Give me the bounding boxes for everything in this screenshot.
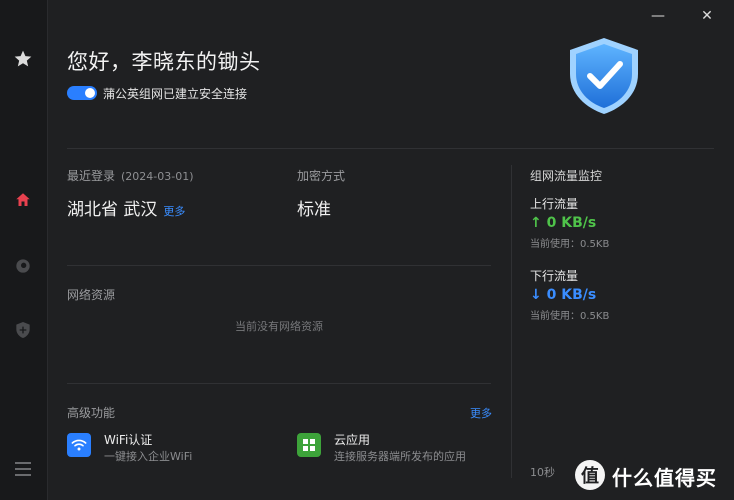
connection-toggle[interactable]	[67, 86, 97, 100]
login-label: 最近登录	[67, 169, 116, 183]
header-divider	[67, 148, 714, 149]
security-shield-icon	[570, 38, 638, 114]
login-more-link[interactable]: 更多	[163, 205, 185, 218]
panel-divider	[511, 165, 512, 478]
encryption-value: 标准	[297, 200, 331, 220]
login-section: 最近登录 (2024-03-01)	[67, 167, 194, 184]
disc-icon[interactable]	[12, 255, 34, 277]
watermark-text: 什么值得买	[612, 466, 717, 490]
feature-cloud-app[interactable]: 云应用 连接服务器端所发布的应用	[297, 433, 497, 463]
star-icon[interactable]	[12, 48, 34, 70]
menu-icon[interactable]	[12, 458, 34, 480]
connection-status: 蒲公英组网已建立安全连接	[103, 87, 248, 101]
advanced-more-link[interactable]: 更多	[470, 405, 492, 421]
section-divider	[67, 383, 491, 384]
section-divider	[67, 265, 491, 266]
feature-wifi-auth[interactable]: WiFi认证 一键接入企业WiFi	[67, 433, 267, 463]
monitor-title: 组网流量监控	[530, 169, 603, 183]
resources-label: 网络资源	[67, 288, 116, 302]
resources-empty-text: 当前没有网络资源	[235, 320, 323, 333]
feature-title: 云应用	[334, 433, 371, 447]
upload-rate: ↑ 0 KB/s	[530, 215, 597, 231]
login-date: (2024-03-01)	[121, 170, 194, 183]
minimize-button[interactable]: —	[648, 6, 668, 26]
wifi-icon	[67, 433, 91, 457]
close-button[interactable]: ✕	[697, 6, 717, 26]
greeting-title: 您好，李晓东的锄头	[67, 50, 261, 74]
shield-plus-icon[interactable]	[12, 319, 34, 341]
download-rate: ↓ 0 KB/s	[530, 287, 597, 303]
feature-desc: 一键接入企业WiFi	[104, 450, 193, 463]
time-window-label: 10秒	[530, 466, 555, 479]
upload-label: 上行流量	[530, 197, 579, 211]
download-label: 下行流量	[530, 269, 579, 283]
upload-used: 当前使用：0.5KB	[530, 239, 610, 250]
login-location-row: 湖北省 武汉 更多	[67, 195, 185, 220]
login-location: 湖北省 武汉	[67, 200, 158, 220]
grid-icon	[297, 433, 321, 457]
sidebar	[0, 0, 48, 500]
advanced-label: 高级功能	[67, 406, 116, 420]
watermark-badge: 值	[575, 460, 605, 490]
download-used: 当前使用：0.5KB	[530, 311, 610, 322]
feature-title: WiFi认证	[104, 433, 153, 447]
feature-desc: 连接服务器端所发布的应用	[334, 450, 466, 463]
home-icon[interactable]	[12, 189, 34, 211]
app-window: — ✕ 您好，李晓东的锄头 蒲公英组网已建立安全连接 最近登录 (2024-03-…	[0, 0, 734, 500]
encryption-label: 加密方式	[297, 169, 346, 183]
